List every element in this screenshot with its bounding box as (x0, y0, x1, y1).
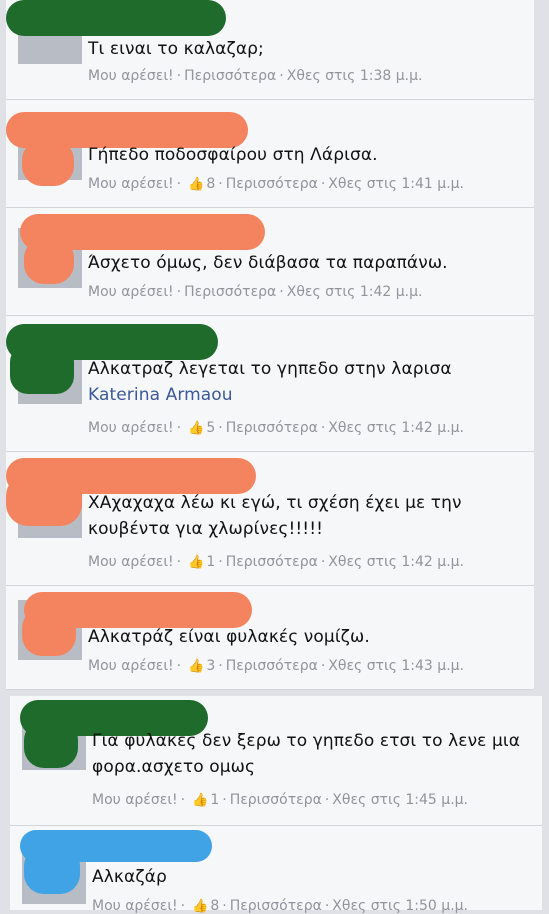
comment-item: Τι ειναι το καλαζαρ; Μου αρέσει! · Περισσό… (6, 0, 534, 100)
comment-meta: Μου αρέσει! · Περισσότερα · Χθες στις 1:38 μ… (88, 68, 423, 84)
thumbs-up-icon: 👍 (192, 793, 209, 808)
comment-body: Αλκατραζ λεγεται το γηπεδο στην λαρισα (88, 359, 452, 379)
comment-text: Αλκατράζ είναι φυλακές νομίζω. (88, 627, 370, 647)
comment-meta: Μου αρέσει! · 👍 1 · Περισσότερα · Χθες στις 1:4… (92, 792, 468, 808)
like-link[interactable]: Μου αρέσει! (88, 554, 174, 570)
tagged-user-link[interactable]: Katerina Armaou (88, 382, 526, 408)
redaction-mark (10, 344, 74, 394)
comment-item: Γήπεδο ποδοσφαίρου στη Λάρισα. Μου αρέσε… (6, 100, 534, 208)
timestamp[interactable]: Χθες στις 1:43 μ.μ. (328, 658, 464, 674)
like-count[interactable]: 1 (210, 792, 219, 808)
comment-meta: Μου αρέσει! · 👍 3 · Περισσότερα · Χθες στις 1:4… (88, 658, 464, 674)
comment-text: Τι ειναι το καλαζαρ; (88, 39, 264, 59)
like-count[interactable]: 8 (210, 898, 219, 914)
like-link[interactable]: Μου αρέσει! (88, 68, 174, 84)
comment-text: Για φυλακες δεν ξερω το γηπεδο ετσι το λ… (92, 731, 521, 777)
timestamp[interactable]: Χθες στις 1:45 μ.μ. (332, 792, 468, 808)
like-count[interactable]: 3 (206, 658, 215, 674)
like-count[interactable]: 1 (206, 554, 215, 570)
redaction-mark (6, 0, 226, 36)
comment-item: Άσχετο όμως, δεν διάβασα τα παραπάνω. Μο… (6, 208, 534, 316)
comment-item: Αλκατραζ λεγεται το γηπεδο στην λαρισα K… (6, 316, 534, 452)
more-link[interactable]: Περισσότερα (184, 284, 276, 300)
thumbs-up-icon: 👍 (188, 659, 205, 674)
redaction-mark (24, 720, 78, 768)
comment-meta: Μου αρέσει! · 👍 1 · Περισσότερα · Χθες στις 1:4… (88, 554, 464, 570)
like-link[interactable]: Μου αρέσει! (88, 658, 174, 674)
timestamp[interactable]: Χθες στις 1:38 μ.μ. (287, 68, 423, 84)
more-link[interactable]: Περισσότερα (226, 420, 318, 436)
comment-meta: Μου αρέσει! · 👍 8 · Περισσότερα · Χθες στις 1:5… (92, 898, 468, 914)
comment-thread: Τι ειναι το καλαζαρ; Μου αρέσει! · Περισσό… (0, 0, 549, 914)
redaction-mark (22, 608, 76, 656)
comment-meta: Μου αρέσει! · 👍 8 · Περισσότερα · Χθες στις 1:4… (88, 176, 464, 192)
timestamp[interactable]: Χθες στις 1:42 μ.μ. (287, 284, 423, 300)
comment-text: Αλκαζάρ (92, 867, 167, 887)
thumbs-up-icon: 👍 (188, 177, 205, 192)
comment-item: Αλκαζάρ Μου αρέσει! · 👍 8 · Περισσότερα · Χθες … (10, 826, 542, 914)
comment-meta: Μου αρέσει! · 👍 5 · Περισσότερα · Χθες στις 1:4… (88, 420, 464, 436)
comment-item: ΧΑχαχαχα λέω κι εγώ, τι σχέση έχει με τη… (6, 452, 534, 586)
more-link[interactable]: Περισσότερα (230, 792, 322, 808)
like-count[interactable]: 8 (206, 176, 215, 192)
timestamp[interactable]: Χθες στις 1:42 μ.μ. (328, 420, 464, 436)
timestamp[interactable]: Χθες στις 1:41 μ.μ. (328, 176, 464, 192)
comment-text: ΧΑχαχαχα λέω κι εγώ, τι σχέση έχει με τη… (88, 493, 462, 539)
comment-text: Γήπεδο ποδοσφαίρου στη Λάρισα. (88, 145, 378, 165)
comment-text: Αλκατραζ λεγεται το γηπεδο στην λαρισα K… (88, 356, 526, 408)
more-link[interactable]: Περισσότερα (226, 658, 318, 674)
thumbs-up-icon: 👍 (188, 421, 205, 436)
more-link[interactable]: Περισσότερα (226, 176, 318, 192)
thumbs-up-icon: 👍 (192, 899, 209, 914)
like-link[interactable]: Μου αρέσει! (88, 284, 174, 300)
more-link[interactable]: Περισσότερα (230, 898, 322, 914)
like-link[interactable]: Μου αρέσει! (92, 792, 178, 808)
more-link[interactable]: Περισσότερα (184, 68, 276, 84)
redaction-mark (24, 846, 80, 894)
timestamp[interactable]: Χθες στις 1:42 μ.μ. (328, 554, 464, 570)
comment-item: Αλκατράζ είναι φυλακές νομίζω. Μου αρέσε… (6, 586, 534, 690)
redaction-mark (22, 140, 74, 186)
comment-meta: Μου αρέσει! · Περισσότερα · Χθες στις 1:42 μ… (88, 284, 423, 300)
more-link[interactable]: Περισσότερα (226, 554, 318, 570)
like-link[interactable]: Μου αρέσει! (88, 420, 174, 436)
like-count[interactable]: 5 (206, 420, 215, 436)
comment-item: Για φυλακες δεν ξερω το γηπεδο ετσι το λ… (10, 696, 542, 826)
redaction-mark (6, 474, 82, 526)
like-link[interactable]: Μου αρέσει! (88, 176, 174, 192)
comment-text: Άσχετο όμως, δεν διάβασα τα παραπάνω. (88, 253, 448, 273)
thumbs-up-icon: 👍 (188, 555, 205, 570)
timestamp[interactable]: Χθες στις 1:50 μ.μ. (332, 898, 468, 914)
redaction-mark (24, 238, 74, 284)
like-link[interactable]: Μου αρέσει! (92, 898, 178, 914)
